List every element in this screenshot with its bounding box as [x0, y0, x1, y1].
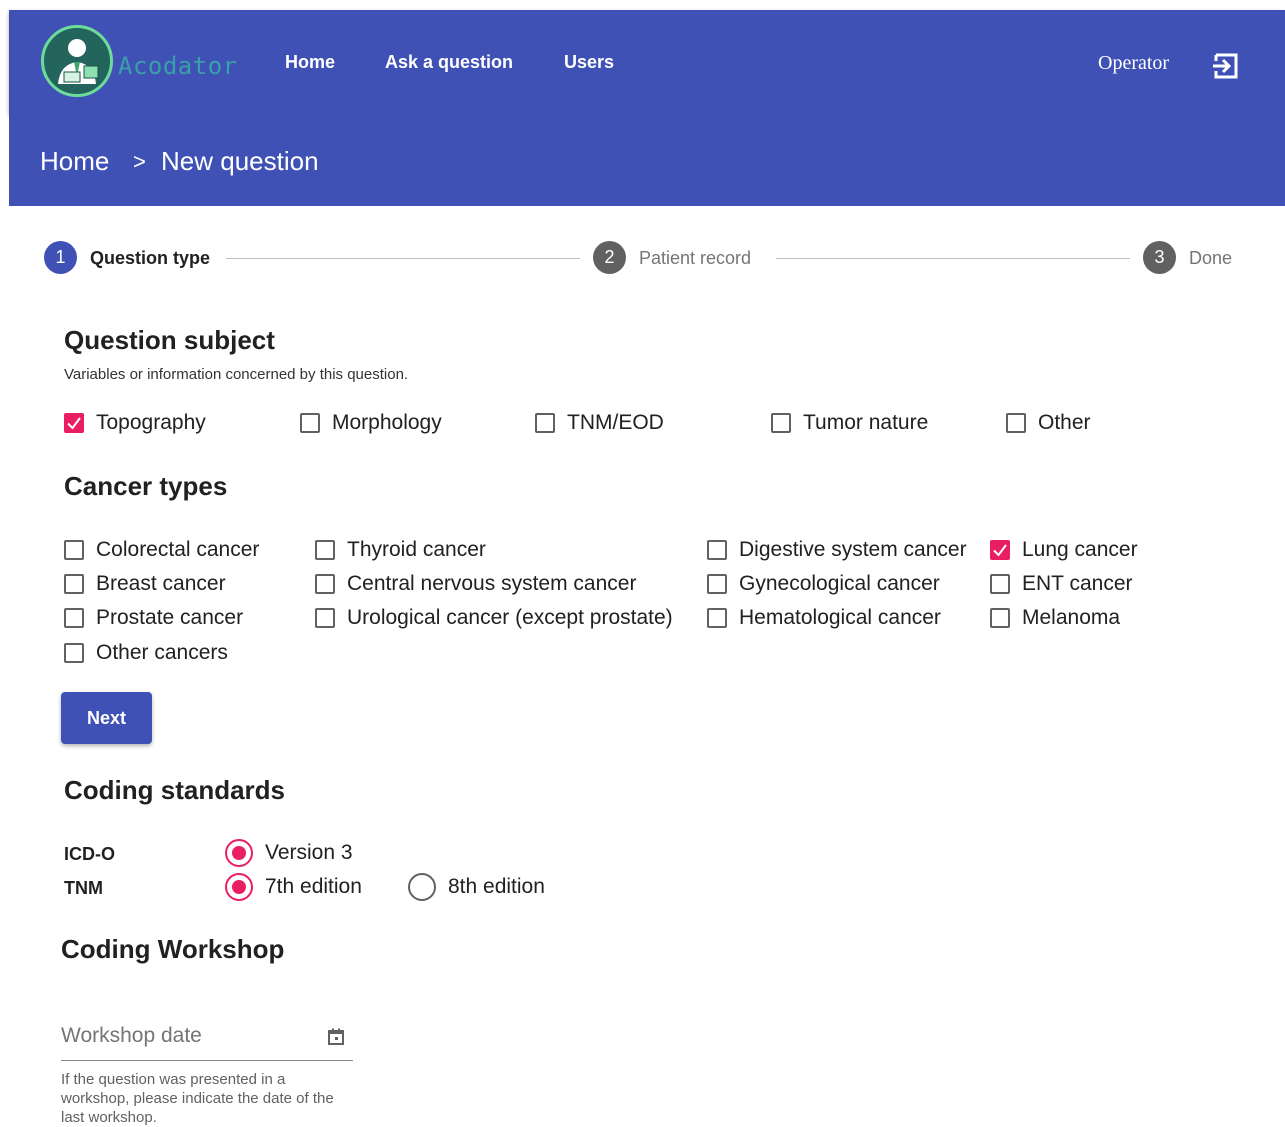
checkbox-icon — [707, 608, 727, 628]
checkbox-label: Morphology — [332, 411, 442, 434]
checkbox-label: Topography — [96, 411, 206, 434]
coding-standards-title: Coding standards — [64, 775, 286, 805]
checkbox-urological-cancer[interactable]: Urological cancer (except prostate) — [315, 606, 673, 630]
radio-icdo-version-3[interactable]: Version 3 — [225, 839, 353, 867]
step-2-label[interactable]: Patient record — [639, 248, 751, 269]
checkbox-label: Hematological cancer — [739, 606, 941, 629]
workshop-date-input[interactable]: Workshop date — [61, 1016, 353, 1061]
tnm-label: TNM — [64, 878, 103, 898]
checkbox-icon — [1006, 413, 1026, 433]
checkbox-icon — [990, 574, 1010, 594]
nav-home[interactable]: Home — [285, 52, 335, 73]
nav-users[interactable]: Users — [564, 52, 614, 73]
radio-icon — [408, 873, 436, 901]
checkbox-icon — [64, 540, 84, 560]
checkbox-colorectal-cancer[interactable]: Colorectal cancer — [64, 538, 259, 562]
radio-selected-icon — [225, 873, 253, 901]
checkbox-other-cancers[interactable]: Other cancers — [64, 641, 228, 665]
step-3-label[interactable]: Done — [1189, 248, 1232, 269]
checkbox-label: Central nervous system cancer — [347, 572, 637, 595]
checkbox-icon — [990, 608, 1010, 628]
checkbox-label: Lung cancer — [1022, 538, 1138, 561]
breadcrumb-home[interactable]: Home — [40, 146, 109, 177]
step-connector — [226, 258, 580, 259]
icdo-label: ICD-O — [64, 844, 115, 864]
checkbox-icon — [315, 608, 335, 628]
breadcrumb: Home > New question — [9, 114, 1285, 206]
checkbox-topography[interactable]: Topography — [64, 411, 206, 435]
checkbox-icon — [535, 413, 555, 433]
checkbox-icon — [707, 540, 727, 560]
coding-workshop-title: Coding Workshop — [61, 934, 285, 964]
checkbox-label: ENT cancer — [1022, 572, 1133, 595]
checkbox-label: Other — [1038, 411, 1091, 434]
checkbox-melanoma[interactable]: Melanoma — [990, 606, 1120, 630]
checkbox-cns-cancer[interactable]: Central nervous system cancer — [315, 572, 636, 596]
question-subject-hint: Variables or information concerned by th… — [64, 366, 409, 383]
checkbox-checked-icon — [64, 413, 84, 433]
checkbox-label: Prostate cancer — [96, 606, 244, 629]
checkbox-morphology[interactable]: Morphology — [300, 411, 442, 435]
checkbox-breast-cancer[interactable]: Breast cancer — [64, 572, 226, 596]
radio-tnm-8th-edition[interactable]: 8th edition — [408, 873, 545, 901]
checkbox-thyroid-cancer[interactable]: Thyroid cancer — [315, 538, 486, 562]
logout-icon[interactable] — [1211, 51, 1241, 81]
checkbox-icon — [771, 413, 791, 433]
checkbox-icon — [64, 608, 84, 628]
nav-ask-question[interactable]: Ask a question — [385, 52, 513, 73]
checkbox-hematological-cancer[interactable]: Hematological cancer — [707, 606, 941, 630]
checkbox-icon — [300, 413, 320, 433]
checkbox-icon — [315, 574, 335, 594]
step-1-label[interactable]: Question type — [90, 248, 210, 269]
checkbox-label: TNM/EOD — [567, 411, 664, 434]
step-2-number: 2 — [593, 241, 626, 274]
top-app-bar: Acodator Home Ask a question Users Opera… — [9, 10, 1285, 114]
logo-text: Acodator — [118, 52, 238, 80]
checkbox-label: Breast cancer — [96, 572, 226, 595]
user-name: Operator — [1098, 52, 1170, 74]
workshop-date-help: If the question was presented in a works… — [61, 1071, 334, 1126]
radio-selected-icon — [225, 839, 253, 867]
checkbox-label: Urological cancer (except prostate) — [347, 606, 673, 629]
checkbox-label: Melanoma — [1022, 606, 1121, 629]
step-1-number: 1 — [44, 241, 77, 274]
checkbox-prostate-cancer[interactable]: Prostate cancer — [64, 606, 243, 630]
checkbox-label: Digestive system cancer — [739, 538, 967, 561]
next-button[interactable]: Next — [61, 692, 152, 744]
checkbox-icon — [64, 643, 84, 663]
checkbox-icon — [707, 574, 727, 594]
breadcrumb-separator: > — [133, 149, 146, 174]
checkbox-lung-cancer[interactable]: Lung cancer — [990, 538, 1138, 562]
radio-label: Version 3 — [265, 841, 353, 864]
checkbox-tumor-nature[interactable]: Tumor nature — [771, 411, 928, 435]
workshop-date-placeholder: Workshop date — [61, 1024, 202, 1047]
checkbox-label: Gynecological cancer — [739, 572, 940, 595]
doctor-logo-icon — [44, 28, 110, 94]
step-connector — [776, 258, 1130, 259]
checkbox-icon — [315, 540, 335, 560]
checkbox-tnm-eod[interactable]: TNM/EOD — [535, 411, 664, 435]
checkbox-label: Tumor nature — [803, 411, 929, 434]
checkbox-label: Other cancers — [96, 641, 228, 664]
checkbox-checked-icon — [990, 540, 1010, 560]
checkbox-icon — [64, 574, 84, 594]
checkbox-ent-cancer[interactable]: ENT cancer — [990, 572, 1133, 596]
checkbox-other[interactable]: Other — [1006, 411, 1091, 435]
question-subject-title: Question subject — [64, 325, 275, 355]
radio-label: 7th edition — [265, 875, 362, 898]
radio-tnm-7th-edition[interactable]: 7th edition — [225, 873, 362, 901]
checkbox-label: Colorectal cancer — [96, 538, 260, 561]
checkbox-gynecological-cancer[interactable]: Gynecological cancer — [707, 572, 940, 596]
radio-label: 8th edition — [448, 875, 545, 898]
cancer-types-title: Cancer types — [64, 471, 228, 501]
step-3-number: 3 — [1143, 241, 1176, 274]
breadcrumb-current: New question — [161, 146, 319, 176]
app-logo[interactable] — [41, 25, 113, 97]
checkbox-label: Thyroid cancer — [347, 538, 486, 561]
calendar-icon[interactable] — [327, 1028, 345, 1046]
checkbox-digestive-system-cancer[interactable]: Digestive system cancer — [707, 538, 967, 562]
